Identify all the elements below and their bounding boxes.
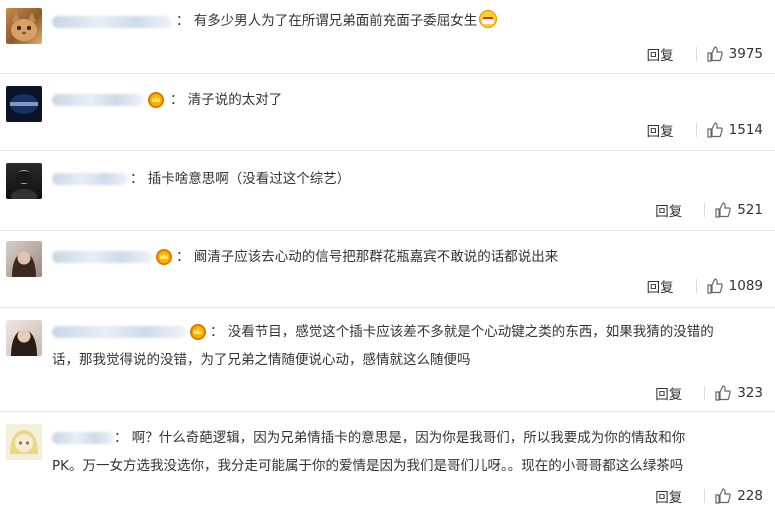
comment-text: ： 阚清子应该去心动的信号把那群花瓶嘉宾不敢说的话都说出来 xyxy=(176,249,559,265)
username-blurred[interactable] xyxy=(52,322,206,342)
blurred-name xyxy=(52,251,152,263)
divider xyxy=(704,489,706,503)
comment-item: ： 没看节目，感觉这个插卡应该差不多就是个心动键之类的东西，如果我猜的没错的 话… xyxy=(0,308,775,412)
comment-item: ： 阚清子应该去心动的信号把那群花瓶嘉宾不敢说的话都说出来 回复 1089 xyxy=(0,231,775,308)
like-button[interactable]: 228 xyxy=(715,488,763,504)
username-blurred[interactable] xyxy=(52,169,128,189)
reply-button[interactable]: 回复 xyxy=(655,383,682,403)
username-blurred[interactable] xyxy=(52,247,172,267)
blurred-name xyxy=(52,432,114,444)
thumbs-up-icon xyxy=(715,488,731,504)
reply-button[interactable]: 回复 xyxy=(647,276,674,296)
like-button[interactable]: 1089 xyxy=(707,278,763,294)
comment-actions: 回复 323 xyxy=(655,383,763,403)
like-count: 323 xyxy=(737,385,763,401)
reply-button[interactable]: 回复 xyxy=(647,44,674,64)
comment-item: ： 啊？什么奇葩逻辑，因为兄弟情插卡的意思是，因为你是我哥们，所以我要成为你的情… xyxy=(0,412,775,523)
blurred-name xyxy=(52,94,144,106)
divider xyxy=(695,279,697,293)
comment-text: ： 啊？什么奇葩逻辑，因为兄弟情插卡的意思是，因为你是我哥们，所以我要成为你的情… xyxy=(114,430,686,446)
like-count: 3975 xyxy=(728,46,763,62)
crown-badge-icon xyxy=(190,324,206,340)
grimacing-face-emoji-icon xyxy=(479,10,498,28)
person-avatar-image xyxy=(11,329,37,356)
avatar[interactable] xyxy=(6,241,42,277)
comment-item: ： 清子说的太对了 回复 1514 xyxy=(0,74,775,151)
like-count: 521 xyxy=(737,202,763,218)
crown-badge-icon xyxy=(148,92,164,108)
comment-item: ： 有多少男人为了在所谓兄弟面前充面子委屈女生 回复 3975 xyxy=(0,0,775,74)
comment-item: ： 插卡啥意思啊（没看过这个综艺） 回复 521 xyxy=(0,151,775,231)
avatar[interactable] xyxy=(6,163,42,199)
like-button[interactable]: 3975 xyxy=(707,46,763,62)
comment-actions: 回复 1514 xyxy=(647,120,763,140)
comment-text-continued: 话，那我觉得说的没错，为了兄弟之情随便说心动，感情就这么随便吗 xyxy=(52,352,471,368)
divider xyxy=(704,386,706,400)
reply-button[interactable]: 回复 xyxy=(647,120,674,140)
like-button[interactable]: 521 xyxy=(715,202,763,218)
like-button[interactable]: 1514 xyxy=(707,122,763,138)
comment-text-continued: PK。万一女方选我没选你，我分走可能属于你的爱情是因为我们是哥们儿呀。。现在的小… xyxy=(52,458,684,474)
avatar[interactable] xyxy=(6,86,42,122)
comment-actions: 回复 3975 xyxy=(647,44,763,64)
comment-text: ： 没看节目，感觉这个插卡应该差不多就是个心动键之类的东西，如果我猜的没错的 xyxy=(210,324,714,340)
username-blurred[interactable] xyxy=(52,90,164,110)
comment-actions: 回复 1089 xyxy=(647,276,763,296)
comment-text: ： 插卡啥意思啊（没看过这个综艺） xyxy=(130,171,351,187)
cat-avatar-image xyxy=(11,12,37,41)
blurred-name xyxy=(52,173,128,185)
avatar[interactable] xyxy=(6,8,42,44)
like-button[interactable]: 323 xyxy=(715,385,763,401)
anime-avatar-image xyxy=(10,430,38,454)
avatar[interactable] xyxy=(6,424,42,460)
blurred-name xyxy=(52,326,186,338)
username-blurred[interactable] xyxy=(52,428,114,448)
divider xyxy=(704,203,706,217)
blurred-name xyxy=(52,16,172,28)
thumbs-up-icon xyxy=(707,278,723,294)
like-count: 1089 xyxy=(728,278,763,294)
thumbs-up-icon xyxy=(707,46,723,62)
person-avatar-image xyxy=(12,251,36,277)
game-logo-avatar-image xyxy=(6,86,42,122)
thumbs-up-icon xyxy=(715,385,731,401)
reply-button[interactable]: 回复 xyxy=(655,486,682,506)
comment-text: ： 清子说的太对了 xyxy=(170,92,283,108)
avatar[interactable] xyxy=(6,320,42,356)
thumbs-up-icon xyxy=(715,202,731,218)
crown-badge-icon xyxy=(156,249,172,265)
thumbs-up-icon xyxy=(707,122,723,138)
reply-button[interactable]: 回复 xyxy=(655,200,682,220)
comment-list: ： 有多少男人为了在所谓兄弟面前充面子委屈女生 回复 3975 ： 清子说的太对… xyxy=(0,0,775,523)
divider xyxy=(695,123,697,137)
comment-actions: 回复 228 xyxy=(655,486,763,506)
username-blurred[interactable] xyxy=(52,12,172,32)
like-count: 1514 xyxy=(728,122,763,138)
divider xyxy=(695,47,697,61)
person-avatar-image xyxy=(11,170,37,199)
comment-text: ： 有多少男人为了在所谓兄弟面前充面子委屈女生 xyxy=(176,8,498,34)
like-count: 228 xyxy=(737,488,763,504)
comment-actions: 回复 521 xyxy=(655,200,763,220)
